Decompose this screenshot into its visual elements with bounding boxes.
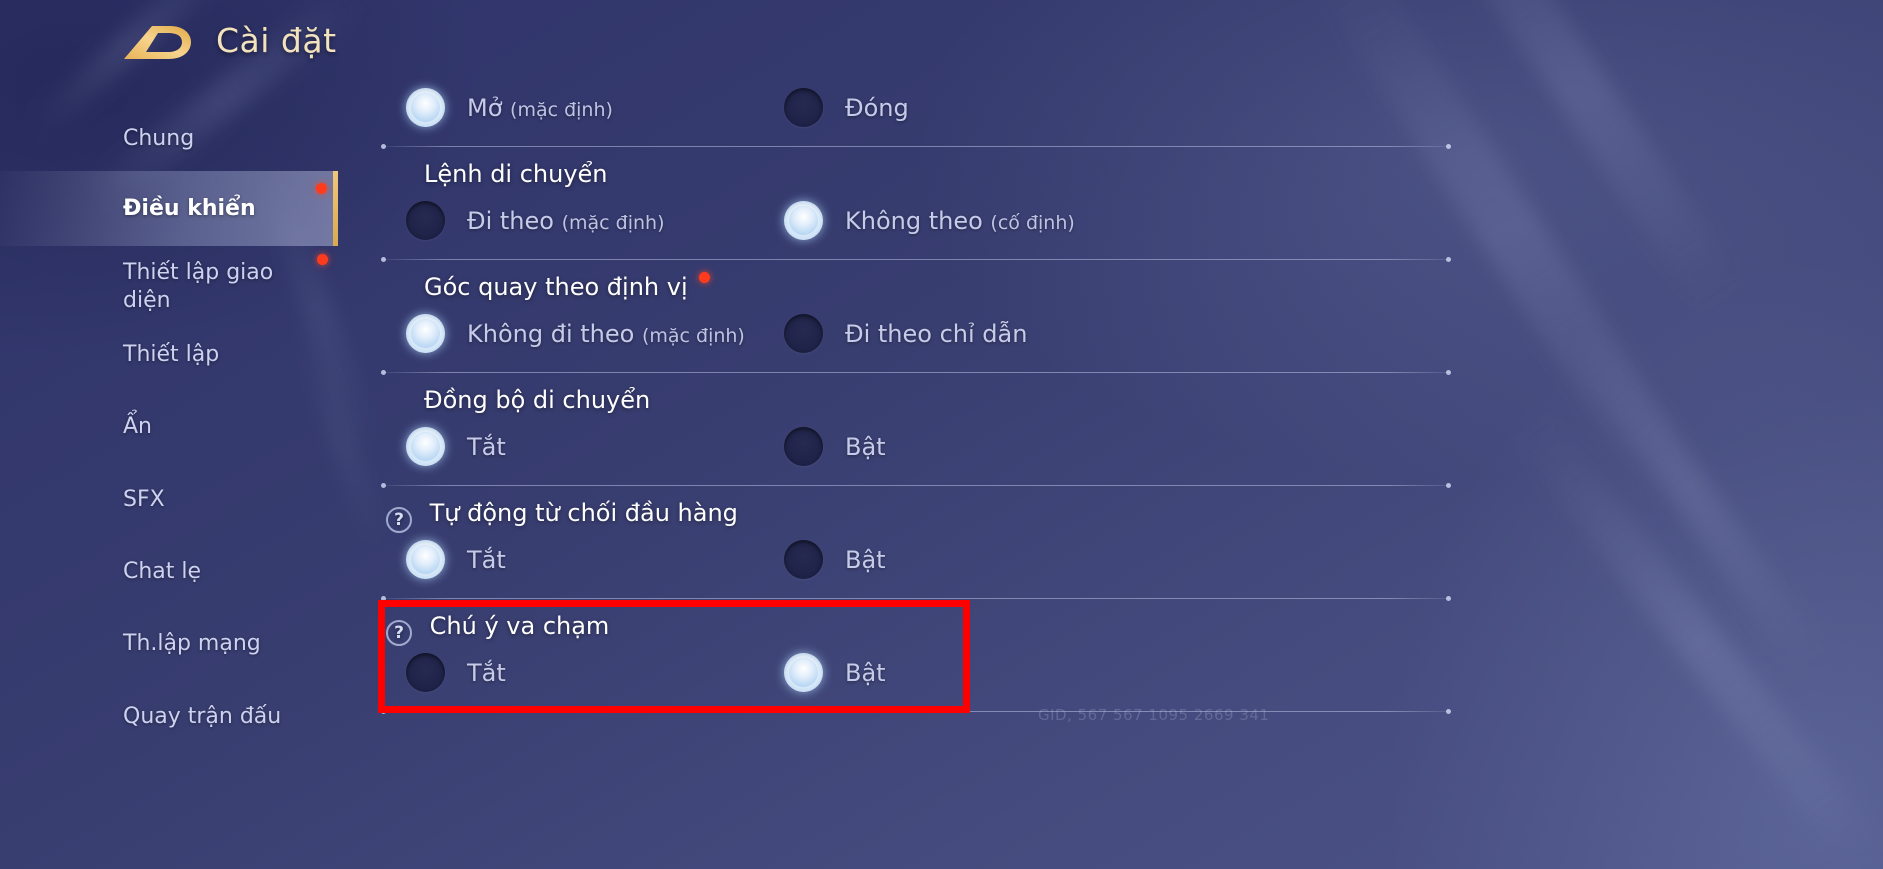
sidebar-item-chung[interactable]: Chung xyxy=(0,113,338,165)
sidebar-item-label: Thiết lập xyxy=(123,342,220,368)
radio-icon[interactable] xyxy=(406,540,445,579)
radio-icon[interactable] xyxy=(784,201,823,240)
radio-icon[interactable] xyxy=(784,88,823,127)
radio-icon[interactable] xyxy=(784,540,823,579)
help-icon[interactable]: ? xyxy=(386,507,412,533)
help-icon[interactable]: ? xyxy=(386,620,412,646)
option-mo[interactable]: Mở (mặc định) xyxy=(406,88,613,127)
option-tat-tu-choi[interactable]: Tắt xyxy=(406,540,506,579)
option-khong-di-theo[interactable]: Không đi theo (mặc định) xyxy=(406,314,745,353)
radio-icon[interactable] xyxy=(784,427,823,466)
option-label: Bật xyxy=(845,432,886,461)
section-divider xyxy=(381,596,1451,601)
notification-badge-dot xyxy=(317,254,328,265)
option-label: Tắt xyxy=(467,658,506,687)
group-title-dong-bo-di-chuyen: Đồng bộ di chuyển xyxy=(424,386,651,414)
sidebar-item-label: Quay trận đấu xyxy=(123,704,282,730)
section-divider xyxy=(381,370,1451,375)
d-logo-icon xyxy=(122,18,194,66)
group-title-chu-y-va-cham: ? Chú ý va chạm xyxy=(386,612,609,646)
sidebar-item-label: Điều khiển xyxy=(123,195,256,221)
option-di-theo-chi-dan[interactable]: Đi theo chỉ dẫn xyxy=(784,314,1027,353)
sidebar-item-an[interactable]: Ẩn xyxy=(0,401,338,453)
option-tat-va-cham[interactable]: Tắt xyxy=(406,653,506,692)
group-title-goc-quay-theo-dinh-vi: Góc quay theo định vị xyxy=(424,272,711,301)
section-divider xyxy=(381,483,1451,488)
notification-badge-dot xyxy=(699,272,711,283)
sidebar-item-label: Chung xyxy=(123,126,195,152)
sidebar-item-chat-le[interactable]: Chat lẹ xyxy=(0,546,338,598)
sidebar-item-thiet-lap-giao-dien[interactable]: Thiết lập giao diện xyxy=(0,248,338,326)
sidebar-item-label: Chat lẹ xyxy=(123,559,202,585)
option-label: Đi theo (mặc định) xyxy=(467,206,665,235)
sidebar: Chung Điều khiển Thiết lập giao diện Thi… xyxy=(0,96,338,869)
option-bat-tu-choi[interactable]: Bật xyxy=(784,540,886,579)
radio-icon[interactable] xyxy=(406,653,445,692)
section-divider xyxy=(381,257,1451,262)
settings-screen: Cài đặt Chung Điều khiển Thiết lập giao … xyxy=(0,0,1883,869)
radio-icon[interactable] xyxy=(406,88,445,127)
option-dong[interactable]: Đóng xyxy=(784,88,909,127)
group-title-tu-dong-tu-choi-dau-hang: ? Tự động từ chối đầu hàng xyxy=(386,499,738,533)
option-tat-dong-bo[interactable]: Tắt xyxy=(406,427,506,466)
option-label: Tắt xyxy=(467,432,506,461)
option-khong-theo[interactable]: Không theo (cố định) xyxy=(784,201,1075,240)
option-label: Đi theo chỉ dẫn xyxy=(845,319,1028,348)
group-title-lenh-di-chuyen: Lệnh di chuyển xyxy=(424,160,608,188)
page-title: Cài đặt xyxy=(216,21,337,60)
option-label: Đóng xyxy=(845,93,909,122)
option-label: Tắt xyxy=(467,545,506,574)
sidebar-item-dieu-khien[interactable]: Điều khiển xyxy=(0,171,338,246)
sidebar-item-thiet-lap[interactable]: Thiết lập xyxy=(0,329,338,381)
option-label: Bật xyxy=(845,545,886,574)
option-label: Không theo (cố định) xyxy=(845,206,1075,235)
option-label: Mở (mặc định) xyxy=(467,93,613,122)
settings-content: Mở (mặc định) Đóng Lệnh di chuyển Đi the… xyxy=(338,0,1883,869)
sidebar-item-quay-tran-dau[interactable]: Quay trận đấu xyxy=(0,691,338,743)
option-di-theo[interactable]: Đi theo (mặc định) xyxy=(406,201,665,240)
radio-icon[interactable] xyxy=(406,201,445,240)
radio-icon[interactable] xyxy=(406,314,445,353)
radio-icon[interactable] xyxy=(784,653,823,692)
sidebar-item-label: SFX xyxy=(123,487,165,513)
sidebar-item-label: Ẩn xyxy=(123,414,152,440)
watermark-text: GID, 567 567 1095 2669 341 xyxy=(1038,706,1270,724)
radio-icon[interactable] xyxy=(406,427,445,466)
sidebar-item-label: Th.lập mạng xyxy=(123,631,261,657)
section-divider xyxy=(381,709,1451,714)
notification-badge-dot xyxy=(316,183,327,194)
section-divider xyxy=(381,144,1451,149)
sidebar-item-sfx[interactable]: SFX xyxy=(0,474,338,526)
option-bat-va-cham[interactable]: Bật xyxy=(784,653,886,692)
option-label: Không đi theo (mặc định) xyxy=(467,319,745,348)
option-bat-dong-bo[interactable]: Bật xyxy=(784,427,886,466)
option-label: Bật xyxy=(845,658,886,687)
sidebar-item-label: Thiết lập giao diện xyxy=(123,260,274,313)
radio-icon[interactable] xyxy=(784,314,823,353)
sidebar-item-th-lap-mang[interactable]: Th.lập mạng xyxy=(0,618,338,670)
